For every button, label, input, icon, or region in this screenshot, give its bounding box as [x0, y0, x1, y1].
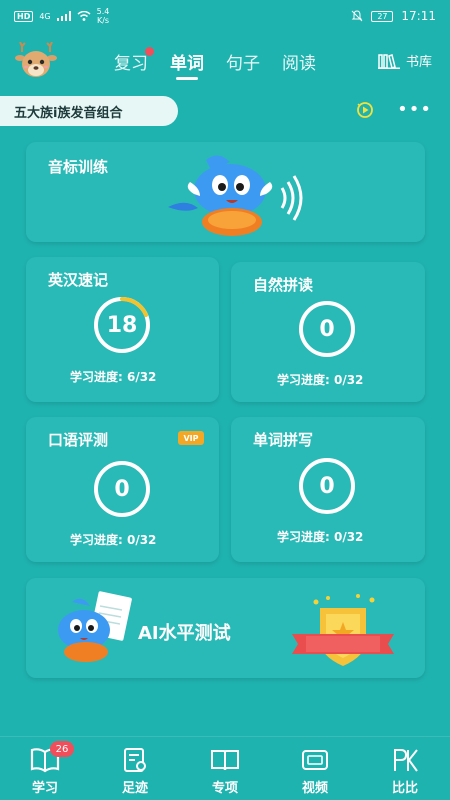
course-name: 五大族i族发音组合 [14, 105, 123, 121]
mute-bell-icon [352, 10, 363, 22]
progress-label: 学习进度: 0/32 [70, 533, 157, 547]
progress-label: 学习进度: 0/32 [277, 530, 364, 544]
tab-sentences[interactable]: 句子 [226, 49, 260, 80]
footprint-icon [124, 748, 146, 772]
deer-logo-icon[interactable] [14, 42, 58, 80]
battery-indicator: 27 [371, 10, 394, 22]
status-right: 27 17:11 [351, 9, 436, 23]
signal-icon [56, 11, 71, 21]
tab-sentences-label: 句子 [226, 54, 260, 74]
status-bar: HD 4G 5.4 K/s 27 17:11 [0, 0, 450, 32]
progress-arc [120, 297, 149, 318]
bottom-nav-video[interactable]: 视频 [280, 747, 350, 796]
progress-ring: 0 [299, 301, 355, 357]
bottom-nav-label: 专项 [211, 781, 238, 796]
network-indicator: 4G [39, 11, 51, 21]
more-options-icon[interactable]: ••• [397, 101, 432, 119]
tab-reading[interactable]: 阅读 [282, 49, 316, 80]
network-speed: 5.4 K/s [97, 7, 110, 25]
vip-badge: VIP [178, 431, 204, 445]
bottom-nav-label: 学习 [31, 781, 58, 796]
tab-review-label: 复习 [114, 54, 148, 74]
bottom-nav: 26 学习 足迹 专项 视频 比比 [0, 736, 450, 800]
bird-with-paper-icon [58, 591, 132, 662]
ai-level-test-card[interactable]: AI水平测试 [26, 578, 425, 678]
clock: 17:11 [401, 9, 436, 23]
card-title: 单词拼写 [253, 431, 314, 449]
progress-label: 学习进度: 6/32 [70, 370, 157, 384]
learned-count: 0 [114, 476, 130, 502]
status-left: HD 4G 5.4 K/s [14, 7, 109, 25]
bottom-nav-label: 比比 [391, 781, 418, 796]
bird-mascot-icon [168, 155, 303, 236]
learned-count: 0 [319, 473, 335, 499]
open-book-icon [211, 750, 239, 771]
study-badge: 26 [50, 741, 74, 757]
ai-test-title: AI水平测试 [138, 623, 231, 644]
tab-words-label: 单词 [170, 54, 204, 74]
tab-review[interactable]: 复习 [114, 47, 154, 80]
library-button[interactable]: 书库 [377, 51, 432, 70]
learned-count: 0 [319, 316, 335, 342]
speaking-evaluation-card[interactable]: 口语评测 VIP 0 学习进度: 0/32 [26, 417, 219, 562]
course-selector[interactable]: 五大族i族发音组合 [0, 96, 178, 126]
card-title: 自然拼读 [253, 276, 314, 294]
progress-ring: 0 [94, 461, 150, 517]
bottom-nav-special[interactable]: 专项 [190, 747, 260, 796]
spelling-card[interactable]: 单词拼写 0 学习进度: 0/32 [231, 417, 425, 562]
bottom-nav-study[interactable]: 26 学习 [10, 741, 80, 796]
notification-dot [145, 47, 154, 56]
quick-memory-card[interactable]: 英汉速记 18 学习进度: 6/32 [26, 257, 219, 402]
hd-indicator: HD [14, 10, 34, 22]
bottom-nav-label: 足迹 [121, 781, 148, 796]
phonetic-training-card[interactable]: 音标训练 [26, 142, 425, 242]
play-video-icon[interactable] [355, 100, 375, 120]
pk-icon [394, 749, 418, 772]
top-header: 复习 单词 句子 阅读 书库 [0, 32, 450, 92]
card-title: 音标训练 [48, 158, 109, 176]
bottom-nav-footprint[interactable]: 足迹 [100, 747, 170, 796]
course-actions: ••• [355, 100, 432, 120]
tab-words[interactable]: 单词 [170, 49, 204, 80]
library-books-icon [377, 53, 400, 69]
main-tabs: 复习 单词 句子 阅读 [114, 47, 316, 80]
bottom-nav-label: 视频 [301, 781, 328, 796]
tab-reading-label: 阅读 [282, 54, 316, 74]
tv-icon [302, 750, 328, 770]
bottom-nav-pk[interactable]: 比比 [370, 747, 440, 796]
card-title: 口语评测 [48, 431, 109, 449]
speed-value: 5.4 [96, 7, 110, 16]
progress-ring: 0 [299, 458, 355, 514]
phonics-card[interactable]: 自然拼读 0 学习进度: 0/32 [231, 262, 425, 402]
library-label: 书库 [405, 55, 432, 70]
progress-label: 学习进度: 0/32 [277, 373, 364, 387]
card-title: 英汉速记 [48, 271, 109, 289]
wifi-icon [77, 11, 91, 21]
speed-unit: K/s [96, 16, 110, 25]
shield-trophy-icon [292, 594, 394, 666]
